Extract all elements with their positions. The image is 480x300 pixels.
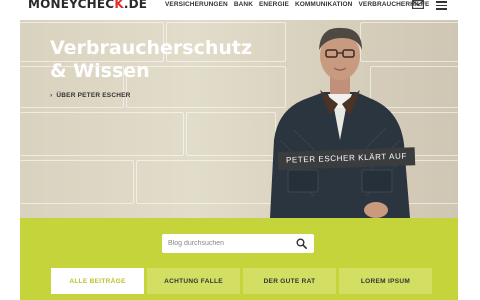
site-logo[interactable]: MONEYCHECK.DE xyxy=(28,0,147,11)
nav-item-versicherungen[interactable]: VERSICHERUNGEN xyxy=(165,1,228,8)
hamburger-menu-icon[interactable] xyxy=(436,1,447,10)
about-link[interactable]: › ÜBER PETER ESCHER xyxy=(50,92,131,99)
hero-title-line-2: & Wissen xyxy=(50,60,150,82)
main-nav: VERSICHERUNGEN BANK ENERGIE KOMMUNIKATIO… xyxy=(165,1,429,8)
site-header: MONEYCHECK.DE VERSICHERUNGEN BANK ENERGI… xyxy=(0,0,480,16)
envelope-icon[interactable] xyxy=(412,0,424,9)
logo-suffix: .DE xyxy=(123,0,148,11)
chevron-right-icon: › xyxy=(50,92,53,99)
logo-accent-letter: K xyxy=(114,0,124,11)
nav-item-kommunikation[interactable]: KOMMUNIKATION xyxy=(295,1,353,8)
tab-lorem-ipsum[interactable]: LOREM IPSUM xyxy=(339,268,432,294)
wall-block xyxy=(20,112,184,156)
category-tabs: ALLE BEITRÄGE ACHTUNG FALLE DER GUTE RAT… xyxy=(51,268,432,294)
wall-block xyxy=(20,160,134,204)
hero-title-line-1: Verbraucherschutz xyxy=(50,37,253,59)
nav-item-bank[interactable]: BANK xyxy=(234,1,253,8)
person-photo xyxy=(270,27,410,218)
search-icon[interactable] xyxy=(296,238,307,249)
blog-search xyxy=(162,234,314,253)
about-link-label: ÜBER PETER ESCHER xyxy=(56,92,131,99)
tab-achtung-falle[interactable]: ACHTUNG FALLE xyxy=(147,268,240,294)
hero-banner: Verbraucherschutz & Wissen › ÜBER PETER E… xyxy=(20,20,458,218)
tab-der-gute-rat[interactable]: DER GUTE RAT xyxy=(243,268,336,294)
tab-alle-beitraege[interactable]: ALLE BEITRÄGE xyxy=(51,268,144,294)
nav-item-energie[interactable]: ENERGIE xyxy=(259,1,289,8)
hero-title: Verbraucherschutz & Wissen xyxy=(50,37,252,83)
logo-text: MONEYCHEC xyxy=(28,0,115,11)
search-input[interactable] xyxy=(168,236,288,251)
